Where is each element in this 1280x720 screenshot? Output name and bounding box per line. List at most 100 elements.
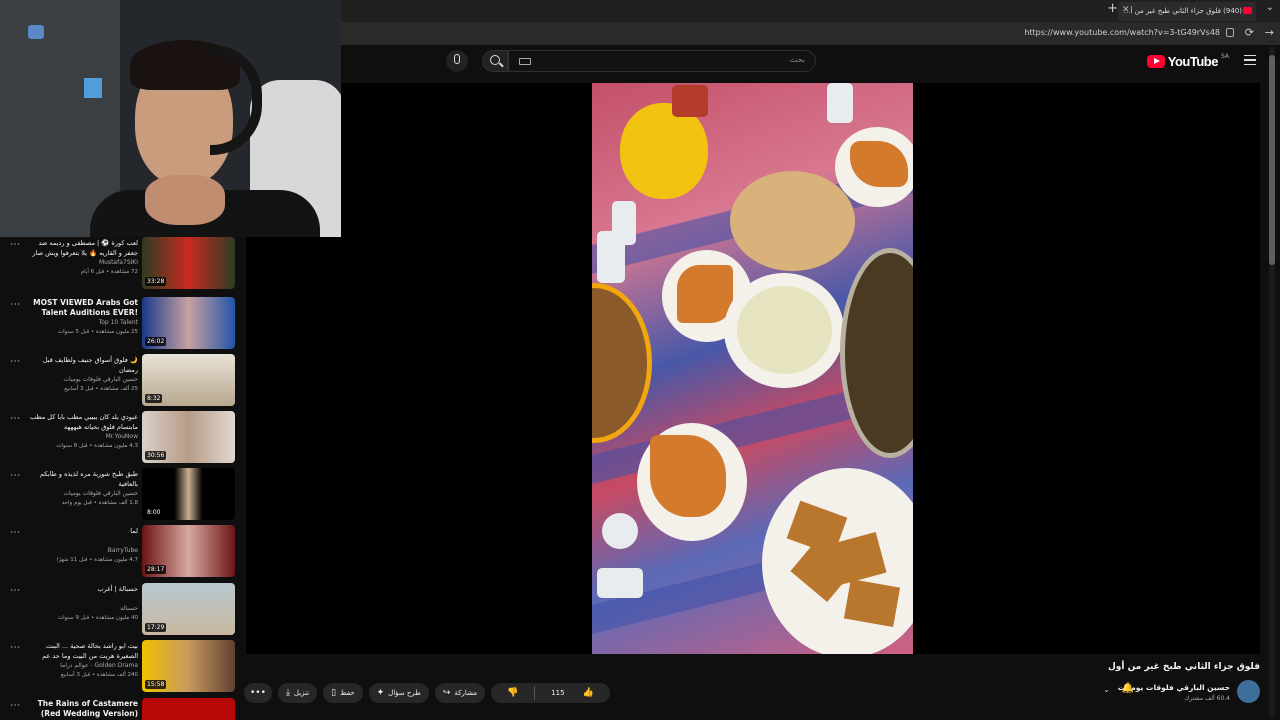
list-item[interactable]: ⋮ حسبالة | أغرب حسبالة 40 مليون مشاهدة •… — [0, 583, 246, 639]
youtube-play-icon — [1146, 54, 1165, 68]
tab-title: (940) فلوق جزاء الثاني طبخ غير من أ... — [1123, 7, 1242, 15]
share-label: مشاركة — [454, 689, 477, 697]
new-tab-icon[interactable]: + — [1107, 1, 1118, 16]
video-title[interactable]: لما — [26, 526, 138, 536]
like-count: 115 — [551, 689, 565, 697]
tab-search-icon[interactable]: ⌄ — [1266, 2, 1274, 13]
video-title[interactable]: The Rains of Castamere (Red Wedding Vers… — [26, 699, 138, 719]
list-item[interactable]: ⋮ بيت ابو راشد بحالة صحية ... البنت الصغ… — [0, 640, 246, 696]
video-thumbnail[interactable] — [142, 698, 235, 720]
list-item[interactable]: ⋮ عبودي بلد كان يبيبي مطب بابا كل مطب ما… — [0, 411, 246, 467]
more-actions-icon[interactable]: ⋮ — [9, 413, 20, 423]
more-actions-button[interactable]: ••• — [244, 683, 272, 703]
video-meta: 240 ألف مشاهدة • قبل 3 أسابيع — [60, 672, 138, 678]
thumbs-up-icon: 👍 — [582, 688, 595, 698]
channel-name[interactable]: Golden Drama - عوالم دراما — [60, 662, 138, 669]
like-button[interactable]: 115 👍 — [535, 688, 610, 698]
more-actions-icon[interactable]: ⋮ — [9, 356, 20, 366]
owner-channel-name[interactable]: حسين البارقي فلوقات يوميات — [1118, 683, 1230, 692]
video-thumbnail[interactable]: 28:17 — [142, 525, 235, 577]
more-actions-icon[interactable]: ⋮ — [9, 585, 20, 595]
chevron-down-icon[interactable]: ⌄ — [1103, 685, 1110, 694]
more-horizontal-icon: ••• — [250, 688, 266, 698]
like-dislike-segment: 👎 115 👍 — [490, 683, 611, 703]
video-thumbnail[interactable]: 8:32 — [142, 354, 235, 406]
bookmark-icon: ▯ — [331, 688, 337, 698]
ask-button[interactable]: ✦ طرح سؤال — [368, 683, 429, 703]
forward-icon[interactable]: → — [1265, 26, 1274, 39]
more-actions-icon[interactable]: ⋮ — [9, 700, 20, 710]
video-title[interactable]: 🌙 فلوق أسواق جنيف ولطايف قبل رمضان — [26, 355, 138, 375]
channel-name[interactable]: حسين البارقي فلوقات يوميات — [63, 376, 138, 383]
notification-bell-icon[interactable]: 🔔 — [1122, 683, 1134, 694]
browser-tab[interactable]: ✕ (940) فلوق جزاء الثاني طبخ غير من أ... — [1118, 2, 1256, 21]
video-player[interactable] — [246, 83, 1260, 654]
video-thumbnail[interactable]: 15:58 — [142, 640, 235, 692]
video-meta: 25 ألف مشاهدة • قبل 3 أسابيع — [64, 386, 138, 392]
related-videos-list: ⋮ لعب كورة ⚽️ | مصطفى و رديمه ضد جعفر و … — [0, 237, 246, 720]
list-item[interactable]: ⋮ 🌙 فلوق أسواق جنيف ولطايف قبل رمضان حسي… — [0, 354, 246, 410]
youtube-logo[interactable]: YouTube SA — [1146, 53, 1229, 69]
list-item[interactable]: ⋮ لعب كورة ⚽️ | مصطفى و رديمه ضد جعفر و … — [0, 237, 246, 293]
channel-name[interactable]: حسبالة — [120, 605, 138, 612]
more-actions-icon[interactable]: ⋮ — [9, 470, 20, 480]
channel-name[interactable]: Mustafa7SIKI — [99, 259, 138, 266]
search-input[interactable]: بحث — [508, 50, 816, 72]
video-title[interactable]: MOST VIEWED Arabs Got Talent Auditions E… — [26, 298, 138, 318]
download-icon: ⤓ — [285, 688, 290, 698]
save-label: حفظ — [340, 689, 355, 697]
list-item[interactable]: ⋮ The Rains of Castamere (Red Wedding Ve… — [0, 698, 246, 720]
list-item[interactable]: ⋮ MOST VIEWED Arabs Got Talent Auditions… — [0, 297, 246, 353]
video-thumbnail[interactable]: 26:02 — [142, 297, 235, 349]
duration-badge: 8:32 — [145, 394, 163, 403]
duration-badge: 28:17 — [145, 565, 167, 574]
keyboard-icon[interactable] — [519, 58, 531, 65]
thumbs-down-icon: 👎 — [506, 688, 519, 698]
voice-search-button[interactable] — [446, 50, 468, 72]
channel-name[interactable]: Mr.YouNow — [106, 433, 138, 440]
download-button[interactable]: ⤓ تنزيل — [277, 683, 318, 703]
logo-text: YouTube — [1167, 53, 1219, 69]
more-actions-icon[interactable]: ⋮ — [9, 527, 20, 537]
video-title[interactable]: لعب كورة ⚽️ | مصطفى و رديمه ضد جعفر و ال… — [26, 238, 138, 258]
scroll-thumb[interactable] — [1269, 55, 1275, 265]
video-title[interactable]: طبق طبخ شوربة مره لذيذه و طابكم بالعافية — [26, 469, 138, 489]
video-owner: حسين البارقي فلوقات يوميات 60.4 ألف مشتر… — [1090, 680, 1260, 706]
reload-icon[interactable]: ⟳ — [1245, 26, 1254, 39]
save-button[interactable]: ▯ حفظ — [323, 683, 363, 703]
duration-badge: 8:00 — [145, 508, 163, 517]
search-button[interactable] — [482, 50, 508, 72]
duration-badge: 15:58 — [145, 680, 167, 689]
hamburger-menu-icon[interactable] — [1244, 55, 1256, 65]
video-thumbnail[interactable]: 33:28 — [142, 237, 235, 289]
channel-name[interactable]: BarryTube — [108, 547, 138, 554]
more-actions-icon[interactable]: ⋮ — [9, 239, 20, 249]
dislike-button[interactable]: 👎 — [491, 688, 534, 698]
url-text[interactable]: https://www.youtube.com/watch?v=3-tG49rV… — [1024, 28, 1220, 37]
video-thumbnail[interactable]: 8:00 — [142, 468, 235, 520]
channel-name[interactable]: Top 10 Talent — [99, 319, 138, 326]
duration-badge: 30:56 — [145, 451, 167, 460]
channel-avatar[interactable] — [1237, 680, 1260, 703]
channel-name[interactable]: حسين البارقي فلوقات يوميات — [63, 490, 138, 497]
video-thumbnail[interactable]: 17:29 — [142, 583, 235, 635]
more-actions-icon[interactable]: ⋮ — [9, 642, 20, 652]
video-thumbnail[interactable]: 30:56 — [142, 411, 235, 463]
close-tab-icon[interactable]: ✕ — [1122, 5, 1130, 15]
streamer-webcam-overlay — [0, 0, 341, 237]
video-meta: 25 مليون مشاهدة • قبل 5 سنوات — [57, 329, 138, 335]
duration-badge: 17:29 — [145, 623, 167, 632]
list-item[interactable]: ⋮ طبق طبخ شوربة مره لذيذه و طابكم بالعاف… — [0, 468, 246, 524]
more-actions-icon[interactable]: ⋮ — [9, 299, 20, 309]
site-info-icon[interactable] — [1226, 28, 1234, 37]
video-meta: 4.7 مليون مشاهدة • قبل 11 شهرًا — [56, 557, 138, 563]
video-title[interactable]: بيت ابو راشد بحالة صحية ... البنت الصغير… — [26, 641, 138, 661]
watch-video-title: فلوق جزاء الثاني طبخ غير من أول — [1107, 662, 1260, 672]
video-title[interactable]: حسبالة | أغرب — [26, 584, 138, 594]
download-label: تنزيل — [293, 689, 310, 697]
video-title[interactable]: عبودي بلد كان يبيبي مطب بابا كل مطب مابت… — [26, 412, 138, 432]
list-item[interactable]: ⋮ لما BarryTube 4.7 مليون مشاهدة • قبل 1… — [0, 525, 246, 581]
region-code: SA — [1220, 53, 1229, 60]
page-scrollbar[interactable] — [1269, 47, 1275, 717]
share-button[interactable]: ↪ مشاركة — [434, 683, 485, 703]
